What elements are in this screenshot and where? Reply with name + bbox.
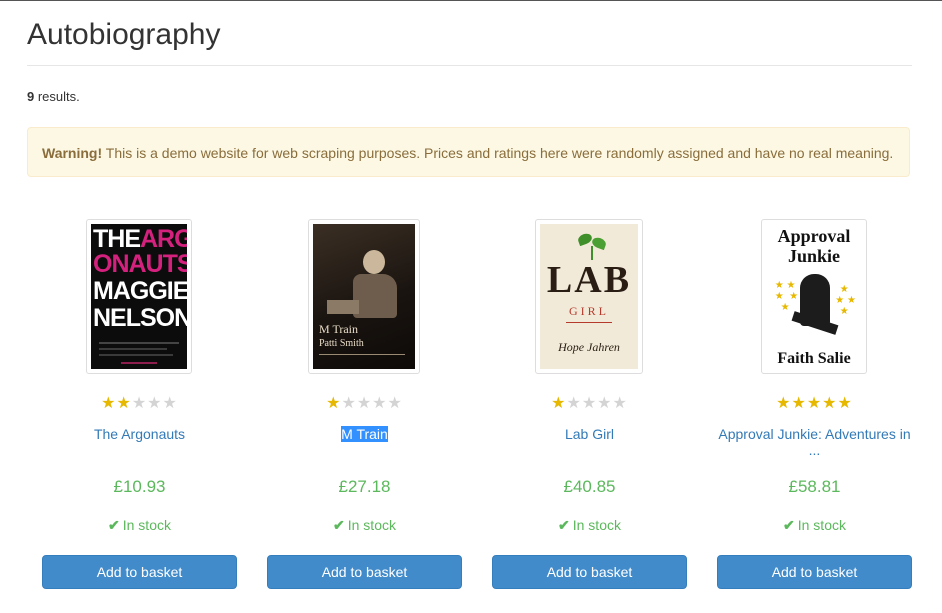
star-icon: ★ [806,395,823,412]
add-to-basket-button[interactable]: Add to basket [42,555,237,589]
warning-alert: Warning! This is a demo website for web … [27,127,910,177]
star-icon: ★ [356,395,373,412]
star-icon: ★ [387,395,403,412]
book-cover-thumbnail[interactable]: M Train Patti Smith [308,219,420,374]
title-ellipsis: ... [808,442,821,458]
alert-strong: Warning! [42,145,103,161]
book-cover-thumbnail[interactable]: Approval Junkie ★ ★ ★ ★ ★ ★ ★ ★ ★ Faith Sa… [761,219,867,374]
book-cover-thumbnail[interactable]: THEARG ONAUTS MAGGIE NELSON [86,219,192,374]
product-title-link[interactable]: Approval Junkie: Adventures in... [702,425,927,457]
check-icon: ✔ [333,517,345,533]
star-icon: ★ [597,395,613,412]
product-price: £58.81 [788,477,841,496]
product-card: M Train Patti Smith ★★★★★ M Train £27.18… [252,219,477,599]
product-card: LAB GIRL Hope Jahren ★★★★★ Lab Girl £40.… [477,219,702,599]
product-price: £10.93 [113,477,166,496]
product-title-link[interactable]: M Train [252,425,477,443]
check-icon: ✔ [108,517,120,533]
add-to-basket-button[interactable]: Add to basket [717,555,912,589]
product-grid: THEARG ONAUTS MAGGIE NELSON ★★★★★ The Ar… [27,219,927,599]
star-icon: ★ [566,395,582,412]
result-count-label: results. [34,89,80,104]
page-header: Autobiography [27,17,912,66]
book-cover-image: LAB GIRL Hope Jahren [540,224,638,369]
product-card: Approval Junkie ★ ★ ★ ★ ★ ★ ★ ★ ★ Faith Sa… [702,219,927,599]
star-icon: ★ [822,395,838,412]
star-icon: ★ [326,395,342,412]
star-icon: ★ [837,395,853,412]
add-to-basket-button[interactable]: Add to basket [492,555,687,589]
star-icon: ★ [791,395,807,412]
star-icon: ★ [116,395,132,412]
star-rating: ★★★★★ [702,395,927,413]
star-icon: ★ [101,395,117,412]
star-icon: ★ [162,395,178,412]
book-cover-thumbnail[interactable]: LAB GIRL Hope Jahren [535,219,643,374]
star-icon: ★ [147,395,163,412]
result-count: 9 results. [27,89,80,104]
book-cover-image: M Train Patti Smith [313,224,415,369]
product-price: £40.85 [563,477,616,496]
product-price: £27.18 [338,477,391,496]
star-icon: ★ [776,395,792,412]
alert-text: This is a demo website for web scraping … [102,145,894,161]
book-cover-image: THEARG ONAUTS MAGGIE NELSON [91,224,187,369]
availability: ✔ In stock [558,517,621,533]
star-rating: ★★★★★ [27,395,252,413]
availability: ✔ In stock [108,517,171,533]
star-icon: ★ [341,395,357,412]
page-title: Autobiography [27,18,221,51]
star-rating: ★★★★★ [477,395,702,413]
availability: ✔ In stock [783,517,846,533]
product-title-link[interactable]: Lab Girl [477,425,702,443]
star-icon: ★ [551,395,567,412]
product-title-link[interactable]: The Argonauts [27,425,252,443]
star-icon: ★ [131,395,148,412]
check-icon: ✔ [783,517,795,533]
star-icon: ★ [372,395,388,412]
star-rating: ★★★★★ [252,395,477,413]
star-icon: ★ [612,395,628,412]
availability: ✔ In stock [333,517,396,533]
book-cover-image: Approval Junkie ★ ★ ★ ★ ★ ★ ★ ★ ★ Faith Sa… [766,224,862,369]
check-icon: ✔ [558,517,570,533]
product-card: THEARG ONAUTS MAGGIE NELSON ★★★★★ The Ar… [27,219,252,599]
add-to-basket-button[interactable]: Add to basket [267,555,462,589]
star-icon: ★ [581,395,598,412]
